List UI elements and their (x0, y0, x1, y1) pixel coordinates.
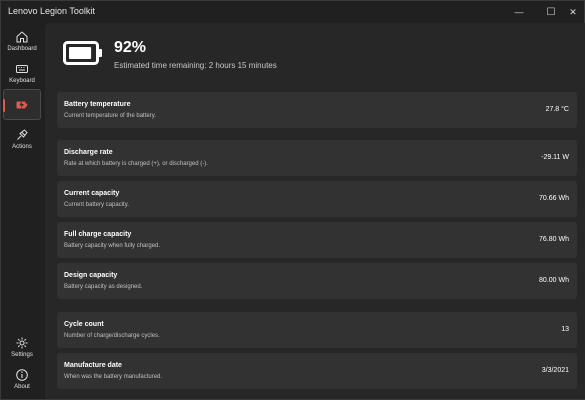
sidebar-item-label: Keyboard (9, 78, 35, 84)
card-cycle-count: Cycle count Number of charge/discharge c… (57, 312, 577, 348)
battery-fill (69, 47, 92, 59)
sidebar-item-keyboard[interactable]: Keyboard (3, 59, 41, 91)
card-title: Full charge capacity (64, 231, 132, 238)
keyboard-icon (16, 65, 28, 73)
card-title: Manufacture date (64, 362, 122, 369)
card-title: Current capacity (64, 190, 120, 197)
battery-icon (16, 101, 28, 109)
app-window: Lenovo Legion Toolkit — ☐ ✕ Dashboard Ke… (0, 0, 585, 400)
card-value: 80.00 Wh (539, 277, 569, 284)
card-description: Number of charge/discharge cycles. (64, 333, 160, 339)
sidebar-item-settings[interactable]: Settings (3, 333, 41, 365)
card-current-capacity: Current capacity Current battery capacit… (57, 181, 577, 217)
card-value: 70.66 Wh (539, 195, 569, 202)
card-value: -29.11 W (541, 154, 569, 161)
gear-icon (16, 337, 28, 349)
card-design-capacity: Design capacity Battery capacity as desi… (57, 263, 577, 299)
card-title: Battery temperature (64, 101, 131, 108)
info-icon (16, 369, 28, 381)
close-button[interactable]: ✕ (560, 1, 585, 23)
card-full-charge-capacity: Full charge capacity Battery capacity wh… (57, 222, 577, 258)
battery-percent: 92% (114, 39, 147, 56)
app-title: Lenovo Legion Toolkit (8, 6, 95, 16)
sidebar-item-label: Actions (12, 144, 32, 150)
card-description: When was the battery manufactured. (64, 374, 163, 380)
sidebar-item-label: Settings (11, 352, 33, 358)
card-battery-temperature: Battery temperature Current temperature … (57, 92, 577, 128)
sidebar: Dashboard Keyboard Actions Settings Abou… (1, 23, 43, 399)
card-value: 13 (561, 326, 569, 333)
card-manufacture-date: Manufacture date When was the battery ma… (57, 353, 577, 389)
minimize-button[interactable]: — (506, 1, 532, 23)
sidebar-item-dashboard[interactable]: Dashboard (3, 27, 41, 59)
battery-level-icon (63, 41, 102, 65)
battery-time-remaining: Estimated time remaining: 2 hours 15 min… (114, 61, 277, 70)
battery-page: 92% Estimated time remaining: 2 hours 15… (45, 23, 585, 399)
sidebar-item-about[interactable]: About (3, 365, 41, 397)
card-description: Current temperature of the battery. (64, 113, 156, 119)
card-description: Battery capacity when fully charged. (64, 243, 161, 249)
card-value: 27.8 °C (545, 106, 569, 113)
sidebar-item-label: Dashboard (7, 46, 37, 52)
card-title: Cycle count (64, 321, 104, 328)
card-title: Design capacity (64, 272, 118, 279)
sidebar-item-battery[interactable] (3, 89, 41, 120)
sidebar-item-actions[interactable]: Actions (3, 125, 41, 157)
card-description: Current battery capacity. (64, 202, 129, 208)
card-discharge-rate: Discharge rate Rate at which battery is … (57, 140, 577, 176)
title-bar: Lenovo Legion Toolkit — ☐ ✕ (1, 1, 584, 23)
card-value: 3/3/2021 (541, 367, 569, 374)
sidebar-item-label: About (14, 384, 30, 390)
actions-icon (17, 129, 28, 140)
home-icon (16, 31, 28, 43)
card-description: Rate at which battery is charged (+), or… (64, 161, 208, 167)
card-description: Battery capacity as designed. (64, 284, 143, 290)
card-value: 76.80 Wh (539, 236, 569, 243)
card-title: Discharge rate (64, 149, 113, 156)
